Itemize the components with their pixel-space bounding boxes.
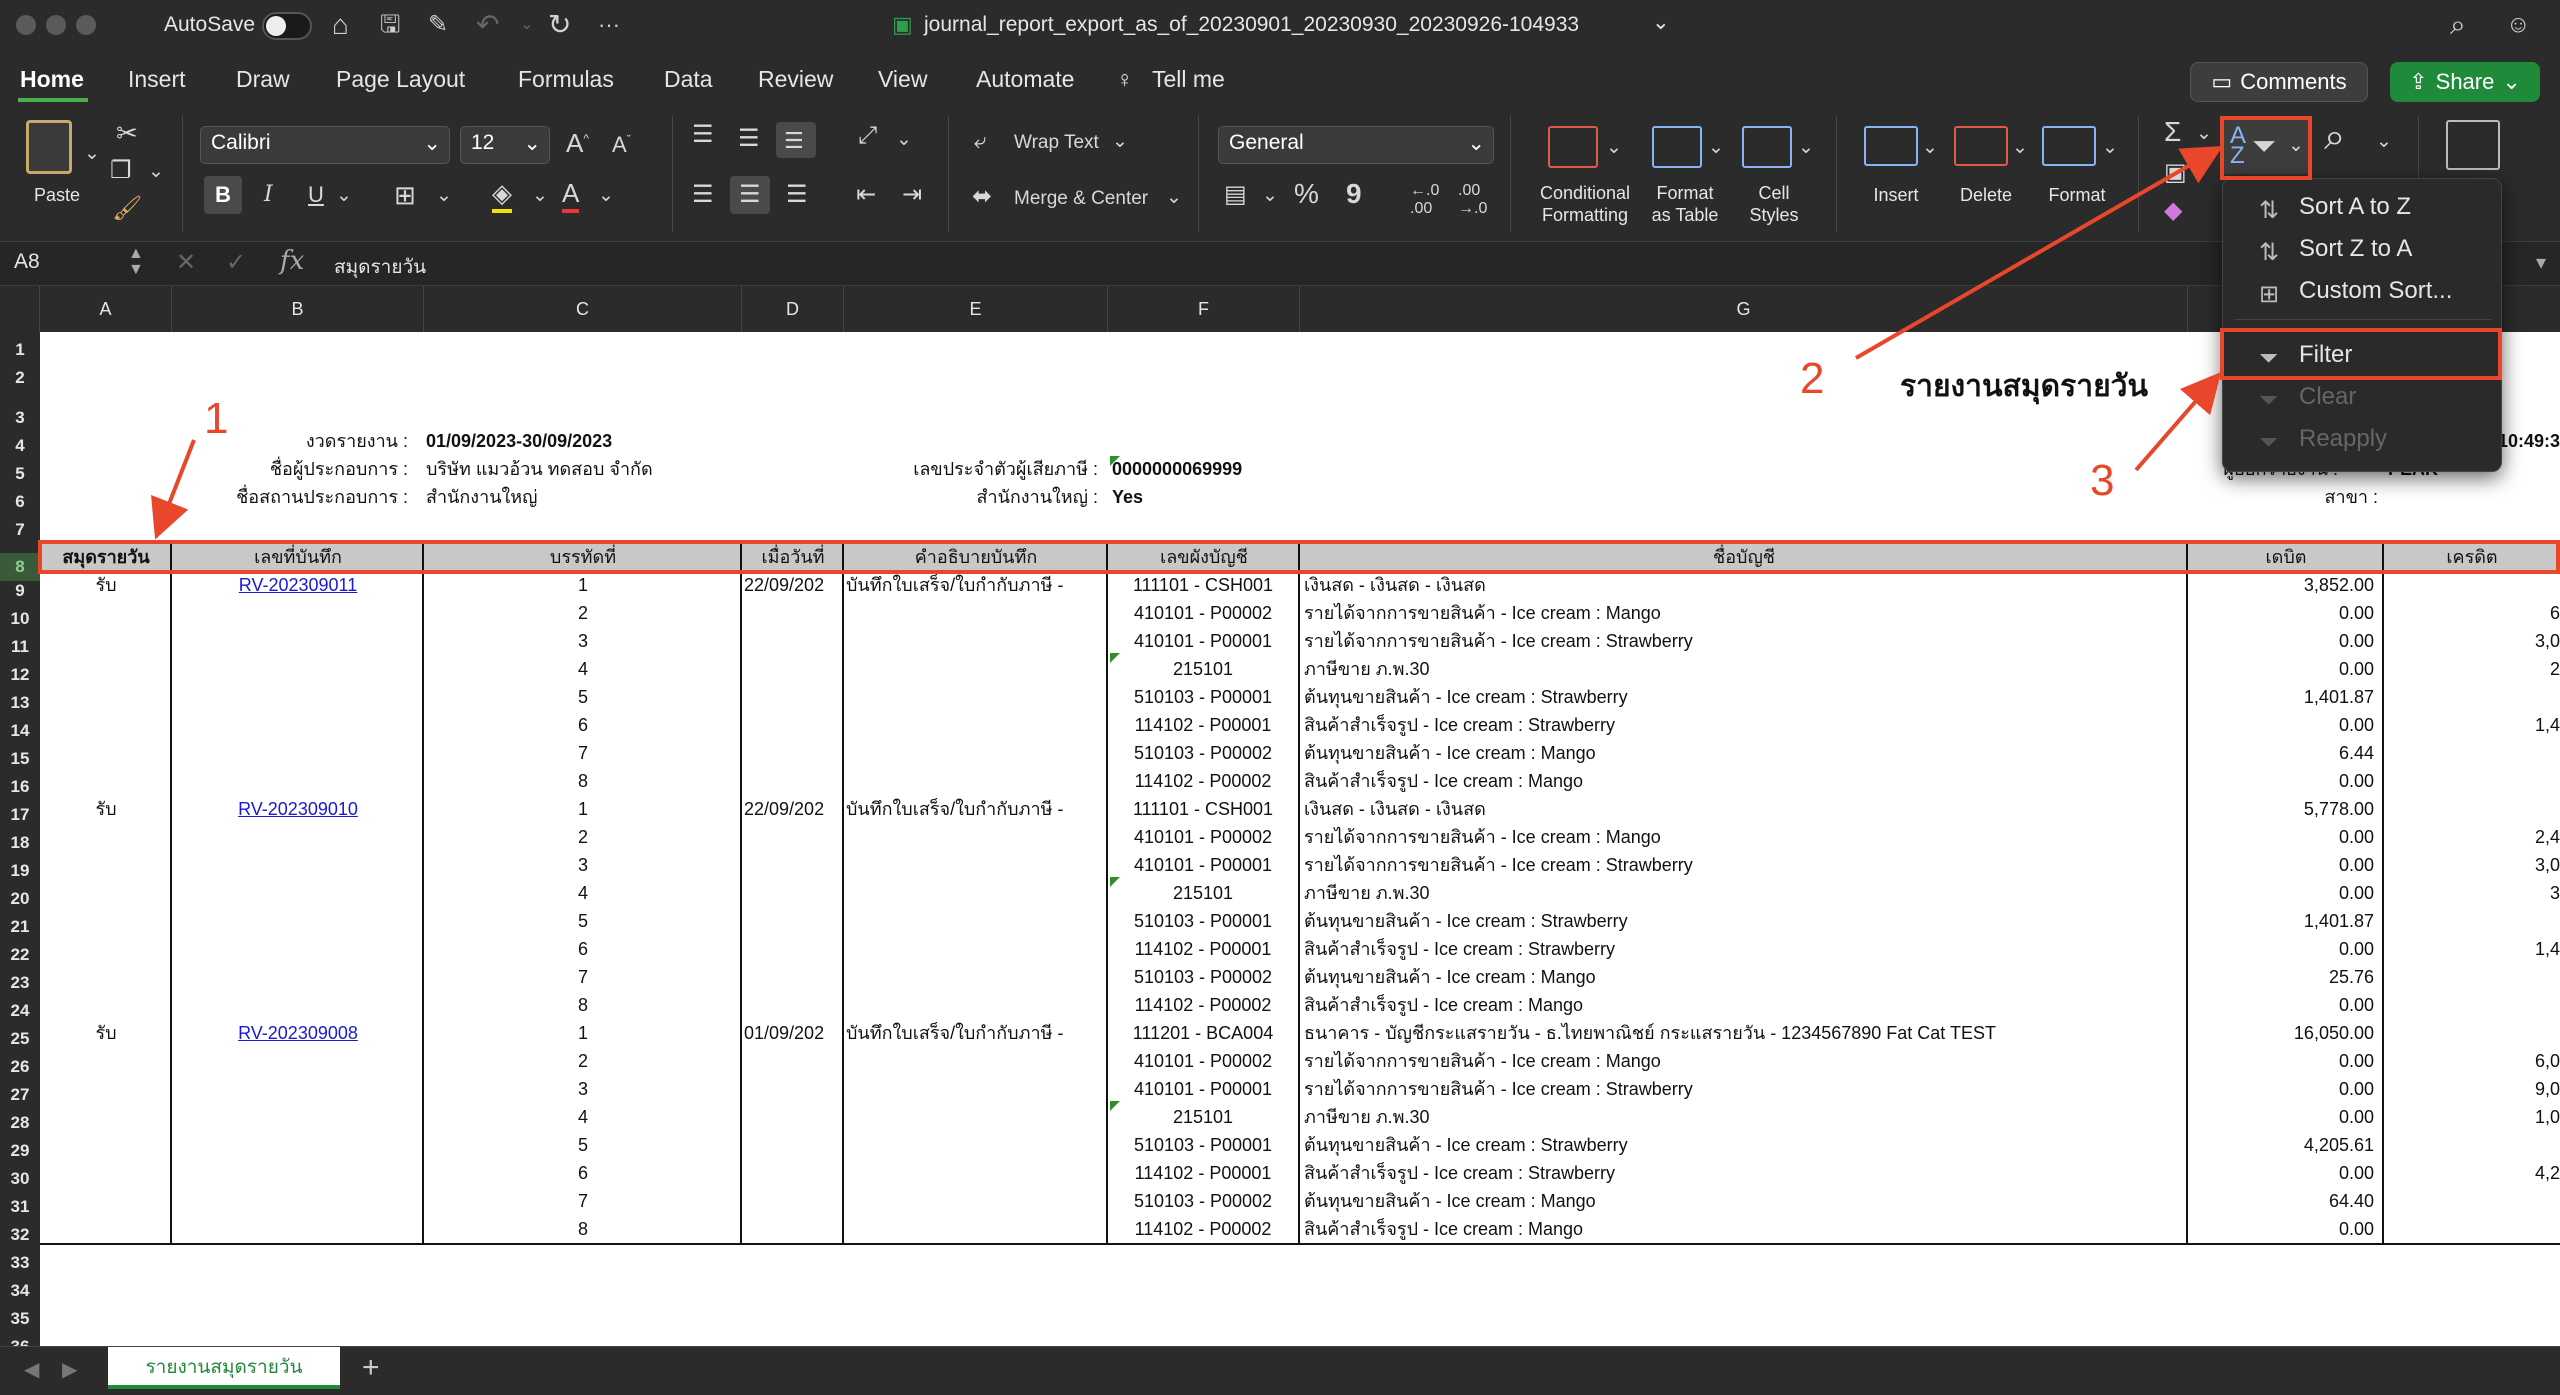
arrow-2 [1854,145,2223,360]
add-sheet-button[interactable]: + [362,1351,380,1385]
prev-sheet-icon[interactable]: ◀ [24,1357,39,1382]
arrow-1 [151,439,196,540]
sheet-tab-bar: ◀ ▶ รายงานสมุดรายวัน + [0,1346,2560,1395]
next-sheet-icon[interactable]: ▶ [62,1357,77,1382]
annotation-arrows [151,145,2223,540]
sheet-tab-journal[interactable]: รายงานสมุดรายวัน [108,1347,340,1389]
arrow-3 [2134,371,2222,472]
